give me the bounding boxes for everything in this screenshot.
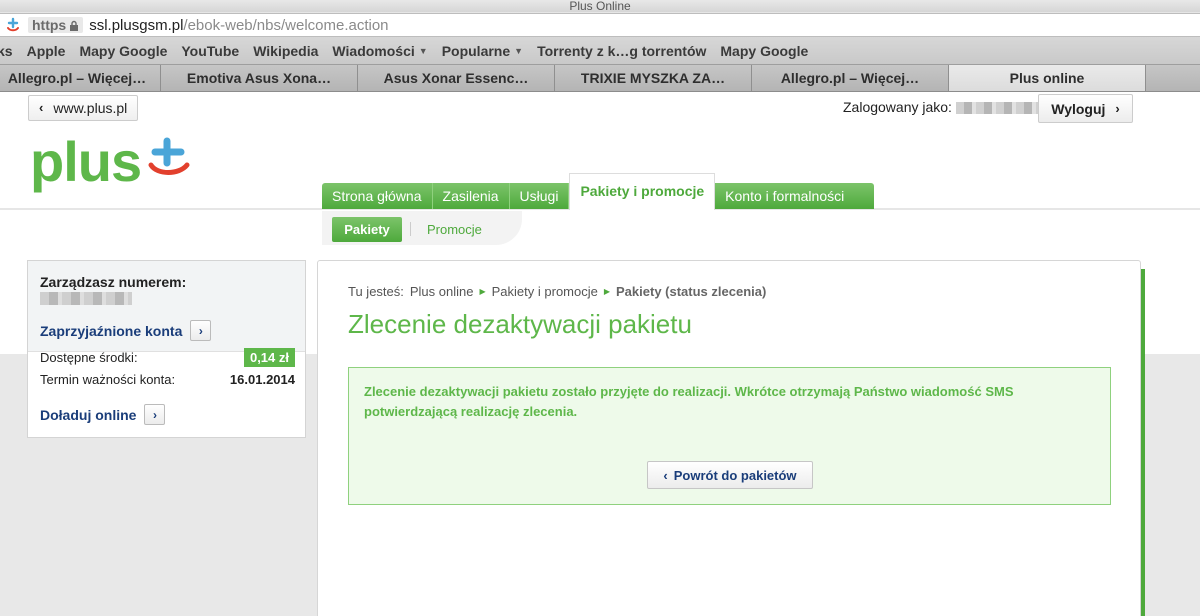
bookmarks-bar: ks Apple Mapy Google YouTube Wikipedia W… [0, 37, 1200, 65]
browser-tab[interactable]: Allegro.pl – Więcej… [752, 65, 949, 91]
logout-label: Wyloguj [1051, 100, 1106, 117]
nav-home[interactable]: Strona główna [322, 183, 433, 209]
chevron-left-icon: ‹ [39, 100, 44, 115]
browser-tab[interactable]: TRIXIE MYSZKA ZA… [555, 65, 752, 91]
bookmark-item[interactable]: Mapy Google [713, 43, 815, 59]
funds-row: Dostępne środki: 0,14 zł [40, 348, 295, 367]
funds-label: Dostępne środki: [40, 350, 138, 365]
url-host: ssl.plusgsm.pl [89, 16, 184, 34]
nav-account[interactable]: Konto i formalności [715, 183, 874, 209]
chevron-right-icon: › [190, 320, 212, 341]
logout-button[interactable]: Wyloguj › [1038, 94, 1133, 123]
breadcrumb-arrow-icon: ▶ [479, 287, 486, 296]
return-button-label: Powrót do pakietów [673, 467, 797, 483]
https-badge: https [28, 17, 84, 33]
bookmark-item[interactable]: Wikipedia [246, 43, 325, 59]
topup-online-link[interactable]: Doładuj online › [40, 404, 166, 425]
back-link-label: www.plus.pl [53, 100, 128, 116]
bookmark-item[interactable]: Apple [20, 43, 73, 59]
bookmark-item[interactable]: Torrenty z k…g torrentów [530, 43, 713, 59]
browser-tab-active[interactable]: Plus online [949, 65, 1146, 91]
https-label: https [32, 17, 67, 33]
browser-tab[interactable]: Asus Xonar Essenc… [358, 65, 555, 91]
nav-topups[interactable]: Zasilenia [433, 183, 510, 209]
return-to-packages-button[interactable]: ‹ Powrót do pakietów [647, 461, 813, 489]
funds-badge: 0,14 zł [243, 348, 295, 367]
nav-services[interactable]: Usługi [510, 183, 570, 209]
main-nav: Strona główna Zasilenia Usługi Pakiety i… [322, 173, 875, 210]
url-field[interactable]: https ssl.plusgsm.pl/ebok-web/nbs/welcom… [0, 13, 1200, 37]
breadcrumb-arrow-icon: ▶ [603, 287, 611, 296]
bookmark-item[interactable]: ks [0, 43, 20, 59]
validity-row: Termin ważności konta: 16.01.2014 [40, 372, 295, 387]
bookmark-folder[interactable]: Wiadomości ▼ [325, 43, 434, 59]
subnav-packages-active[interactable]: Pakiety [332, 217, 402, 242]
friends-accounts-link[interactable]: Zaprzyjaźnione konta › [40, 320, 212, 341]
breadcrumb-item[interactable]: Plus online [410, 284, 474, 299]
logo-text: plus [30, 130, 142, 193]
logged-in-as: Zalogowany jako: [843, 99, 1038, 115]
plus-logo[interactable]: plus [30, 134, 193, 190]
bookmark-item[interactable]: YouTube [174, 43, 246, 59]
browser-tab[interactable] [1146, 65, 1200, 91]
nav-packages-active[interactable]: Pakiety i promocje [569, 173, 716, 210]
browser-tab[interactable]: Emotiva Asus Xona… [161, 65, 358, 91]
chevron-right-icon: › [1115, 101, 1120, 116]
breadcrumb: Tu jesteś: Plus online ▶ Pakiety i promo… [348, 284, 766, 299]
subnav-promotions[interactable]: Promocje [427, 217, 482, 242]
account-sidebar: Zarządzasz numerem: Zaprzyjaźnione konta… [27, 260, 306, 438]
back-to-plus-link[interactable]: ‹ www.plus.pl [28, 95, 139, 121]
browser-tab[interactable]: Allegro.pl – Więcej… [0, 65, 161, 91]
logged-in-label: Zalogowany jako: [843, 99, 952, 115]
plus-favicon-icon [4, 16, 22, 34]
validity-label: Termin ważności konta: [40, 372, 176, 387]
window-title: Plus Online [0, 0, 1200, 12]
chevron-right-icon: › [144, 404, 166, 425]
masked-phone-number [40, 292, 132, 305]
address-bar: https ssl.plusgsm.pl/ebok-web/nbs/welcom… [0, 12, 1200, 37]
dropdown-arrow-icon: ▼ [418, 45, 428, 56]
confirmation-box: Zlecenie dezaktywacji pakietu zostało pr… [348, 367, 1111, 505]
breadcrumb-current: Pakiety (status zlecenia) [616, 284, 767, 299]
topup-online-label: Doładuj online [40, 406, 137, 423]
chevron-left-icon: ‹ [663, 467, 668, 483]
sub-nav: Pakiety Promocje [322, 211, 522, 245]
masked-username [955, 102, 1038, 115]
breadcrumb-item[interactable]: Pakiety i promocje [492, 284, 598, 299]
subnav-divider [410, 222, 411, 236]
dropdown-arrow-icon: ▼ [514, 45, 524, 56]
confirmation-message: Zlecenie dezaktywacji pakietu zostało pr… [364, 384, 1014, 419]
lock-icon [70, 20, 79, 31]
url-path: /ebok-web/nbs/welcome.action [183, 16, 389, 34]
page-content: ‹ www.plus.pl Zalogowany jako: Wyloguj ›… [0, 92, 1200, 616]
plus-logo-icon [148, 137, 190, 175]
sidebar-title: Zarządzasz numerem: [40, 274, 187, 290]
page-title: Zlecenie dezaktywacji pakietu [348, 309, 692, 339]
bookmark-item[interactable]: Mapy Google [72, 43, 174, 59]
main-panel: Tu jesteś: Plus online ▶ Pakiety i promo… [317, 260, 1141, 616]
friends-accounts-label: Zaprzyjaźnione konta [40, 322, 183, 339]
validity-value: 16.01.2014 [229, 372, 295, 387]
bookmark-folder[interactable]: Popularne ▼ [435, 43, 530, 59]
tab-strip: Allegro.pl – Więcej… Emotiva Asus Xona… … [0, 65, 1200, 92]
breadcrumb-prefix: Tu jesteś: [348, 284, 404, 299]
